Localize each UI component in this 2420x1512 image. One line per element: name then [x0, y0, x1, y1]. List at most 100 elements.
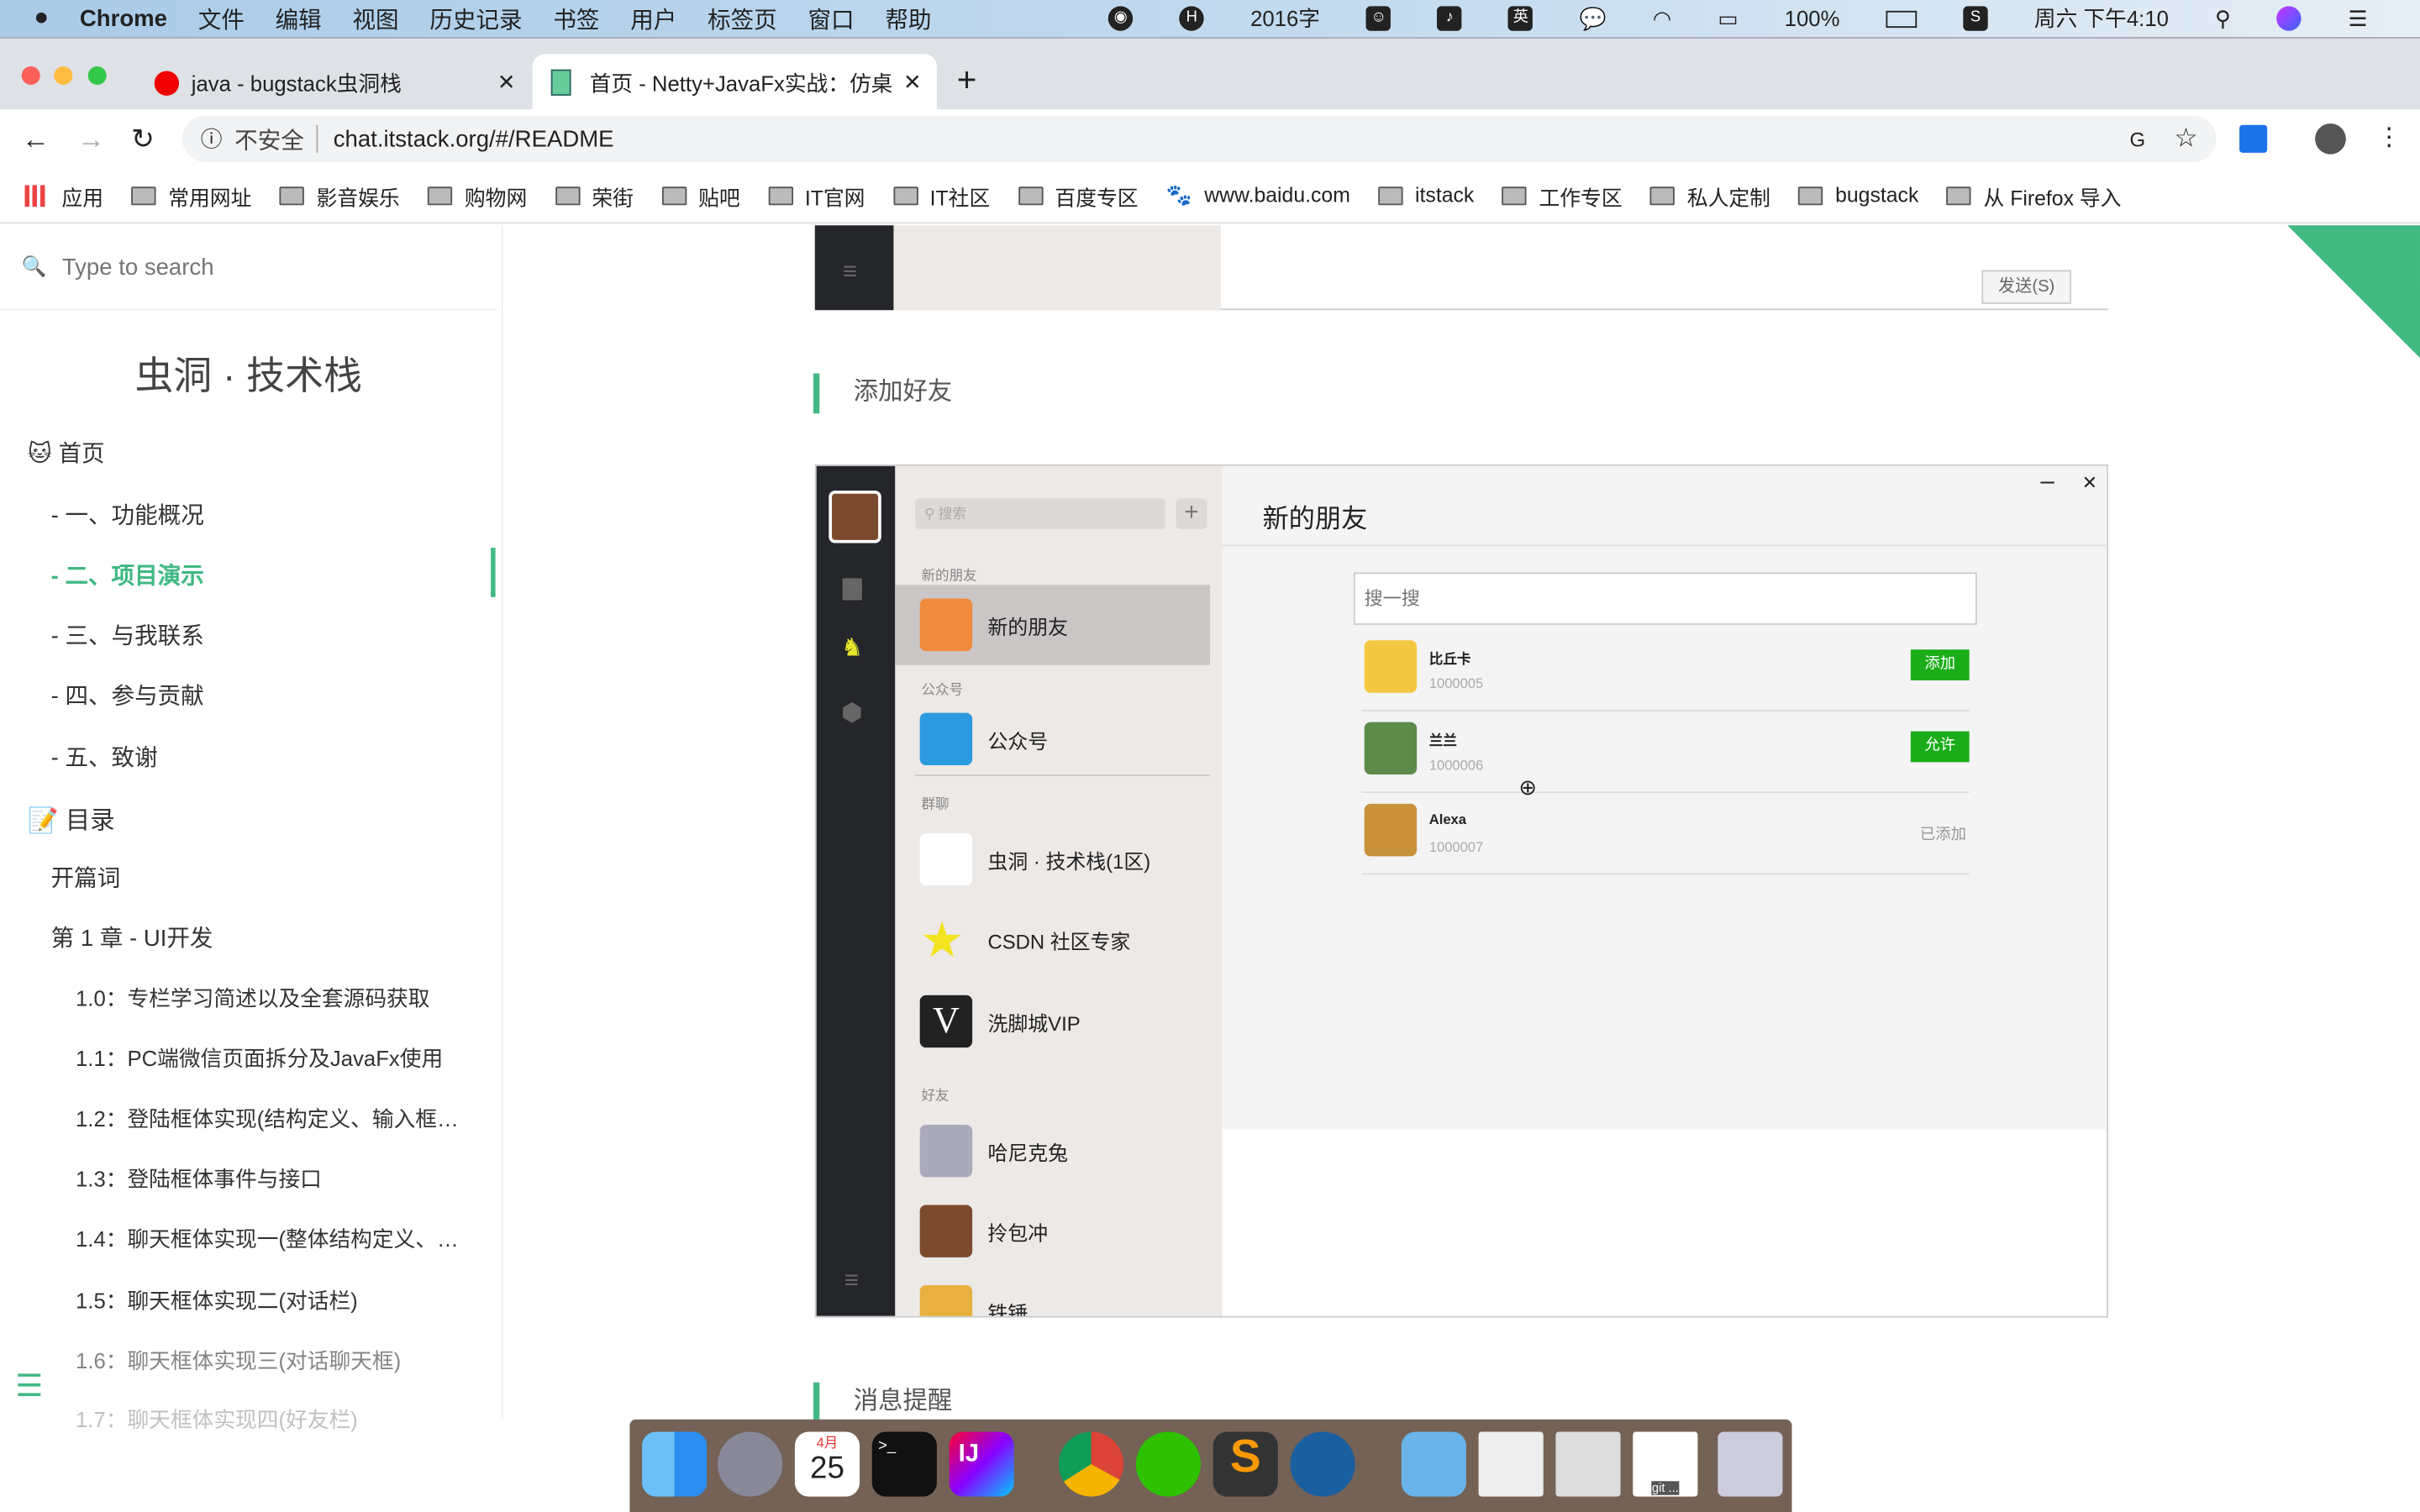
sidebar-toggle-icon[interactable]: ☰ — [15, 1367, 43, 1405]
sidebar-item-home[interactable]: 🐱 首页 — [28, 437, 105, 470]
app-search-box[interactable]: ⚲ 搜索 — [915, 498, 1165, 529]
window-thumbnail[interactable] — [1555, 1431, 1621, 1497]
h-icon[interactable]: H — [1179, 6, 1204, 31]
back-icon[interactable]: ← — [22, 123, 50, 155]
sidebar-item[interactable]: 1.5：聊天框体实现二(对话栏) — [76, 1285, 358, 1316]
mic-icon[interactable]: ♪ — [1437, 6, 1462, 31]
maximize-window-button[interactable] — [87, 66, 107, 86]
sidebar-item[interactable]: - 一、功能概况 — [51, 498, 204, 531]
close-tab-icon[interactable]: ✕ — [903, 70, 922, 96]
chrome-icon[interactable] — [1058, 1431, 1124, 1497]
bookmark-folder[interactable]: 影音娱乐 — [279, 180, 400, 211]
bookmark-folder[interactable]: 常用网址 — [131, 180, 251, 211]
sidebar-search[interactable]: 🔍 — [0, 225, 497, 311]
allow-button[interactable]: 允许 — [1910, 731, 1970, 763]
record-icon[interactable]: ◉ — [1108, 6, 1134, 31]
terminal-icon[interactable]: >_ — [871, 1431, 937, 1497]
bookmark-folder[interactable]: 从 Firefox 导入 — [1946, 180, 2121, 211]
downloads-folder-icon[interactable] — [1401, 1431, 1466, 1497]
wifi-icon[interactable]: ◠ — [1653, 5, 1671, 31]
address-bar[interactable]: ⓘ 不安全 chat.itstack.org/#/README G ☆ — [182, 115, 2217, 162]
battery-icon[interactable] — [1886, 9, 1918, 28]
list-item[interactable]: 虫洞 · 技术栈(1区) — [919, 832, 1150, 886]
translate-icon[interactable]: G — [2129, 128, 2145, 151]
sidebar-item[interactable]: 1.3：登陆框体事件与接口 — [76, 1163, 322, 1194]
bookmark-apps[interactable]: 应用 — [24, 180, 103, 211]
apple-icon[interactable]: ● — [34, 5, 49, 33]
sidebar-item[interactable]: - 五、致谢 — [51, 741, 158, 774]
bookmark-folder[interactable]: 工作专区 — [1502, 180, 1623, 211]
list-item[interactable]: 拎包冲 — [919, 1205, 1048, 1257]
list-item[interactable]: 哈尼克兔 — [919, 1124, 1068, 1178]
launchpad-icon[interactable] — [718, 1431, 783, 1497]
contacts-icon[interactable]: ♞ — [841, 633, 863, 664]
bookmark-baidu[interactable]: 🐾 www.baidu.com — [1166, 183, 1350, 207]
sidebar-item[interactable]: 1.0：专栏学习简述以及全套源码获取 — [76, 983, 429, 1014]
menu-app-name[interactable]: Chrome — [80, 5, 167, 31]
sidebar-item[interactable]: 1.2：登陆框体实现(结构定义、输入框… — [76, 1103, 459, 1134]
siri-icon[interactable] — [2276, 6, 2302, 31]
cube-icon[interactable]: ⬢ — [841, 697, 863, 728]
list-item-official[interactable]: 公众号 — [919, 712, 1048, 766]
bookmark-star-icon[interactable]: ☆ — [2174, 123, 2197, 155]
wechat-icon[interactable]: 💬 — [1580, 5, 1607, 31]
menu-kebab-icon[interactable]: ⋮ — [2377, 122, 2402, 153]
list-item[interactable]: V 洗脚城VIP — [919, 995, 1081, 1048]
search-input[interactable] — [61, 254, 464, 281]
menu-bookmarks[interactable]: 书签 — [553, 3, 599, 35]
friend-search-input[interactable] — [1353, 572, 1977, 625]
list-item[interactable]: 铁锤 — [919, 1284, 1028, 1316]
calendar-icon[interactable]: 4月 25 — [794, 1431, 860, 1497]
sidebar-item[interactable]: 1.6：聊天框体实现三(对话聊天框) — [76, 1346, 401, 1377]
add-contact-button[interactable]: + — [1176, 498, 1207, 529]
sidebar-item[interactable]: 1.4：聊天框体实现一(整体结构定义、… — [76, 1224, 459, 1255]
new-tab-button[interactable]: + — [957, 60, 977, 101]
ime-indicator[interactable]: 英 — [1508, 6, 1534, 31]
bookmark-folder[interactable]: IT官网 — [767, 180, 865, 211]
trash-icon[interactable] — [1718, 1431, 1783, 1497]
bookmark-folder[interactable]: bugstack — [1798, 184, 1918, 207]
reload-icon[interactable]: ↻ — [131, 123, 155, 155]
url-text[interactable]: chat.itstack.org/#/README — [334, 126, 614, 152]
bookmark-folder[interactable]: 百度专区 — [1018, 180, 1139, 211]
close-window-button[interactable] — [21, 66, 40, 86]
sidebar-item-toc[interactable]: 📝 目录 — [28, 799, 115, 836]
sidebar-item-active[interactable]: - 二、项目演示 — [51, 559, 204, 591]
github-corner-icon[interactable] — [2287, 225, 2420, 359]
menu-history[interactable]: 历史记录 — [429, 3, 522, 35]
airplay-icon[interactable]: ▭ — [1718, 5, 1738, 31]
menu-window[interactable]: 窗口 — [808, 3, 854, 35]
list-item-new-friends[interactable]: 新的朋友 — [919, 598, 1068, 652]
menu-help[interactable]: 帮助 — [885, 3, 931, 35]
extension-icon[interactable] — [2239, 124, 2268, 153]
window-thumbnail[interactable] — [1478, 1431, 1544, 1497]
sidebar-item[interactable]: - 四、参与贡献 — [51, 679, 204, 711]
chat-icon[interactable]: ▆ — [843, 571, 862, 602]
send-button[interactable]: 发送(S) — [1981, 270, 2071, 304]
finder-icon[interactable] — [642, 1431, 708, 1497]
sidebar-item[interactable]: 1.7：聊天框体实现四(好友栏) — [76, 1404, 358, 1435]
bookmark-folder[interactable]: 贴吧 — [661, 180, 740, 211]
bookmark-folder[interactable]: IT社区 — [892, 180, 990, 211]
quicktime-icon[interactable] — [1290, 1431, 1355, 1497]
forward-icon[interactable]: → — [77, 123, 105, 155]
tab-bugstack[interactable]: java - bugstack虫洞栈 ✕ — [136, 54, 531, 111]
battery-percent[interactable]: 100% — [1785, 6, 1840, 30]
wechat-icon[interactable] — [1135, 1431, 1201, 1497]
menu-edit[interactable]: 编辑 — [276, 3, 322, 35]
git-window-thumbnail[interactable]: git ... — [1633, 1431, 1698, 1497]
settings-sliders-icon[interactable]: ≡ — [844, 1268, 859, 1296]
sidebar-item[interactable]: 开篇词 — [51, 861, 121, 894]
info-icon[interactable]: ⓘ — [201, 123, 223, 155]
close-tab-icon[interactable]: ✕ — [497, 70, 516, 96]
sublime-icon[interactable]: S — [1213, 1431, 1278, 1497]
site-title[interactable]: 虫洞 · 技术栈 — [0, 345, 497, 401]
clock[interactable]: 周六 下午4:10 — [2034, 3, 2169, 34]
bookmark-folder[interactable]: itstack — [1377, 184, 1474, 207]
minimize-icon[interactable]: – — [2040, 469, 2054, 496]
sogou-icon[interactable]: S — [1963, 6, 1988, 31]
menu-tabs[interactable]: 标签页 — [708, 3, 777, 35]
menu-view[interactable]: 视图 — [352, 3, 398, 35]
notification-center-icon[interactable]: ☰ — [2348, 5, 2367, 31]
list-item[interactable]: ★ CSDN 社区专家 — [920, 913, 1131, 965]
